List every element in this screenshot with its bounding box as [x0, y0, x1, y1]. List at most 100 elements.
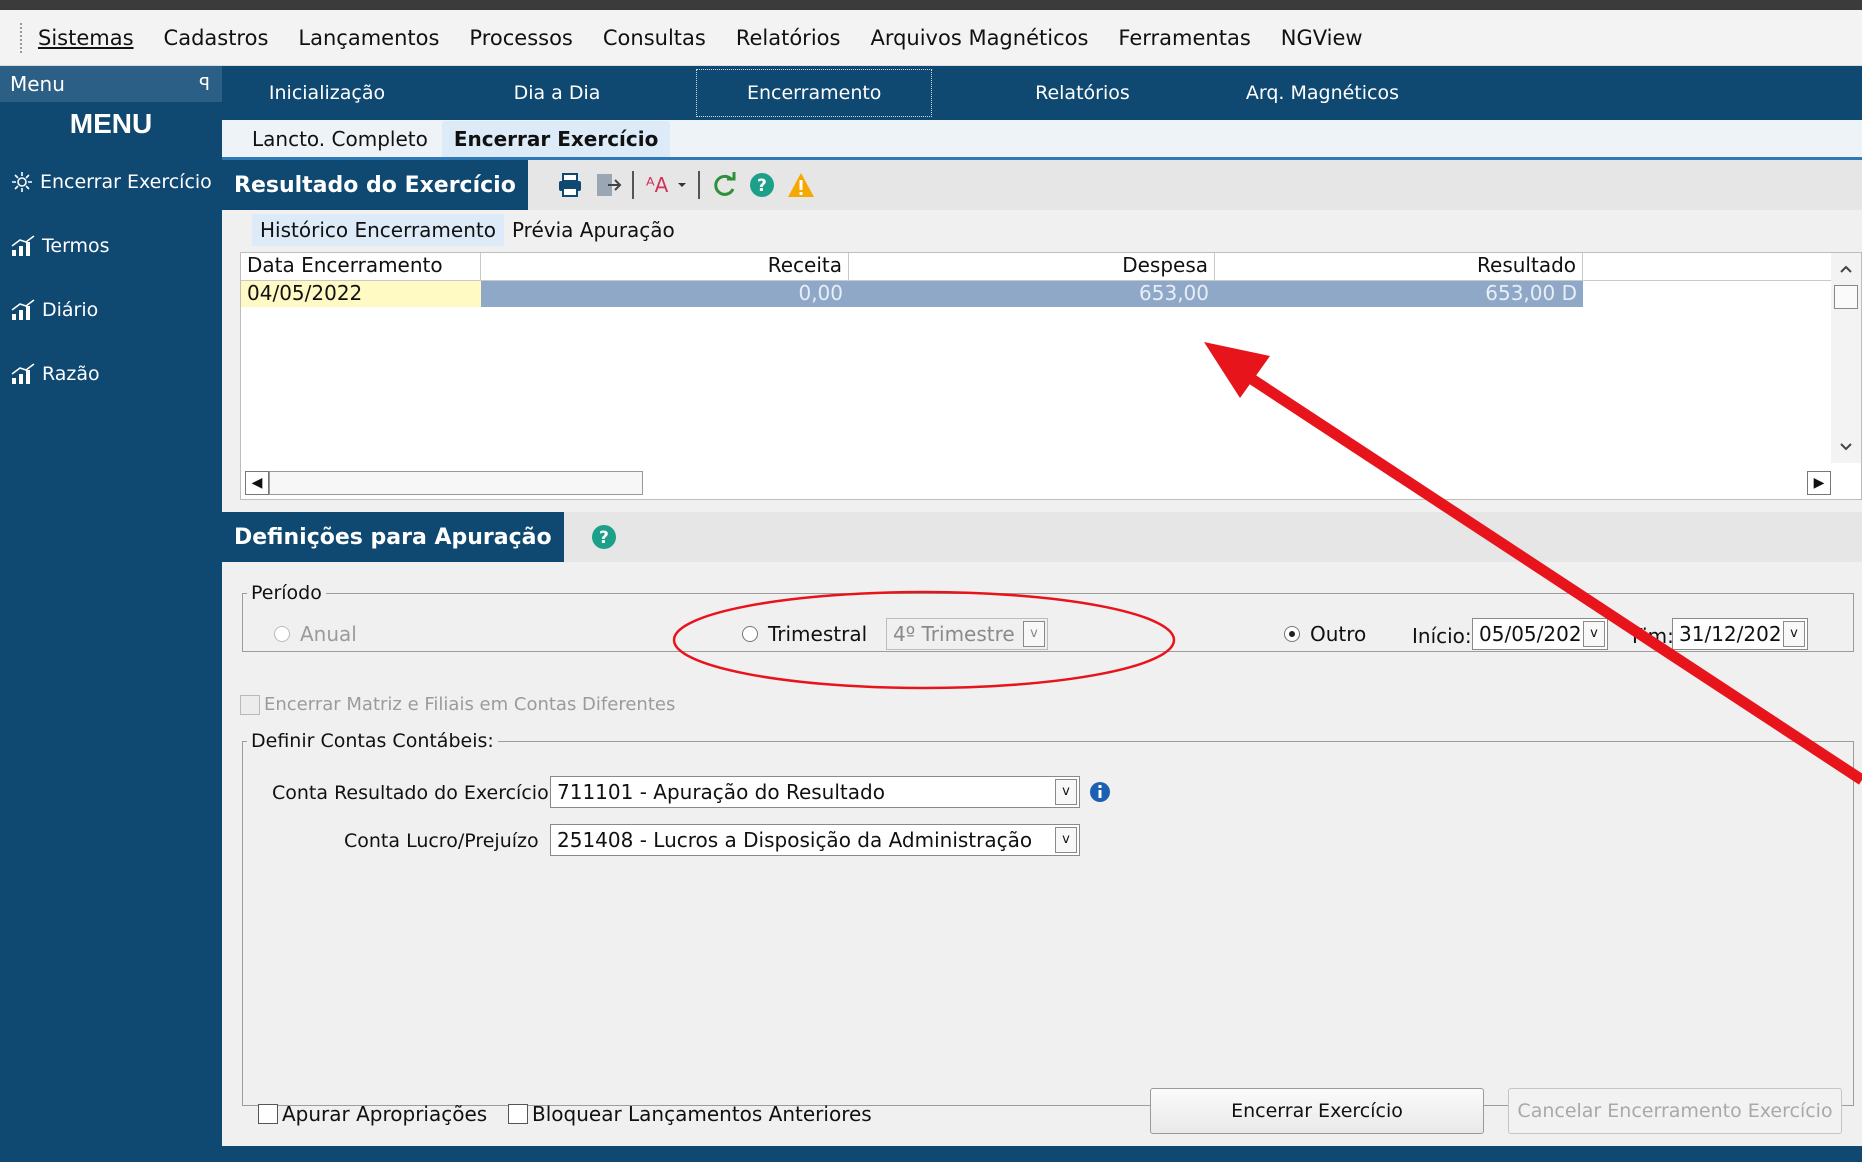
table-row[interactable]: 04/05/2022 0,00 653,00 653,00 D: [241, 281, 1861, 307]
checkbox-box: [240, 694, 260, 715]
conta-lucro-select[interactable]: 251408 - Lucros a Disposição da Administ…: [550, 824, 1080, 856]
scroll-thumb[interactable]: [1834, 285, 1858, 309]
print-icon[interactable]: [556, 171, 584, 199]
menu-ngview[interactable]: NGView: [1281, 26, 1363, 50]
nav-encerramento[interactable]: Encerramento: [696, 69, 933, 117]
col-despesa[interactable]: Despesa: [849, 253, 1215, 280]
sidebar-item-encerrar-exercicio[interactable]: Encerrar Exercício: [0, 150, 222, 214]
chevron-down-icon[interactable]: v: [1055, 779, 1077, 805]
help-icon[interactable]: ?: [590, 523, 618, 551]
menu-cadastros[interactable]: Cadastros: [164, 26, 269, 50]
conta-resultado-select[interactable]: 711101 - Apuração do Resultado v: [550, 776, 1080, 808]
radio-outro[interactable]: Outro: [1284, 622, 1366, 646]
chevron-down-icon[interactable]: v: [1583, 621, 1605, 647]
chart-icon: [11, 235, 35, 256]
warning-icon[interactable]: [786, 171, 816, 199]
svg-text:ᴬA: ᴬA: [646, 173, 669, 197]
sidebar-item-termos[interactable]: Termos: [0, 214, 222, 278]
chevron-down-icon[interactable]: v: [1023, 621, 1045, 647]
scroll-bar-thumb[interactable]: [269, 471, 643, 495]
fim-label: Fim:: [1632, 624, 1674, 648]
col-resultado[interactable]: Resultado: [1215, 253, 1583, 280]
menu-processos[interactable]: Processos: [469, 26, 572, 50]
cancelar-encerramento-button[interactable]: Cancelar Encerramento Exercício: [1508, 1088, 1842, 1134]
pin-icon[interactable]: ꟼ: [199, 74, 210, 95]
sidebar-item-diario[interactable]: Diário: [0, 278, 222, 342]
menu-relatorios[interactable]: Relatórios: [736, 26, 841, 50]
chevron-down-icon[interactable]: v: [1055, 827, 1077, 853]
refresh-icon[interactable]: [710, 171, 738, 199]
menu-ferramentas[interactable]: Ferramentas: [1118, 26, 1250, 50]
sidebar-item-label: Encerrar Exercício: [40, 171, 212, 193]
sidebar-item-label: Termos: [42, 235, 110, 257]
menu-sistemas[interactable]: Sistemas: [38, 26, 134, 50]
cell-receita: 0,00: [481, 281, 849, 307]
matriz-filiais-checkbox[interactable]: Encerrar Matriz e Filiais em Contas Dife…: [240, 694, 675, 715]
inicio-value: 05/05/2022: [1479, 622, 1583, 646]
toolbar-separator: [631, 171, 634, 199]
menu-arquivos-magneticos[interactable]: Arquivos Magnéticos: [870, 26, 1088, 50]
col-receita[interactable]: Receita: [481, 253, 849, 280]
encerrar-exercicio-button[interactable]: Encerrar Exercício: [1150, 1088, 1484, 1134]
bottom-border: [222, 1146, 1862, 1162]
cell-resultado: 653,00 D: [1215, 281, 1583, 307]
checkbox-box: [508, 1104, 528, 1124]
scroll-left-icon[interactable]: ◀: [245, 471, 269, 495]
menu-consultas[interactable]: Consultas: [603, 26, 706, 50]
tab-historico-encerramento[interactable]: Histórico Encerramento: [252, 214, 504, 246]
nav-dia-a-dia[interactable]: Dia a Dia: [432, 82, 682, 104]
help-icon[interactable]: ?: [748, 171, 776, 199]
conta-resultado-value: 711101 - Apuração do Resultado: [557, 780, 885, 804]
grid-horizontal-scrollbar[interactable]: ◀ ▶: [241, 467, 1861, 499]
periodo-legend: Período: [251, 582, 322, 604]
tab-previa-apuracao[interactable]: Prévia Apuração: [504, 214, 683, 246]
radio-dot: [1284, 626, 1300, 642]
tab-encerrar-exercicio[interactable]: Encerrar Exercício: [441, 120, 671, 157]
radio-dot: [742, 626, 758, 642]
radio-anual[interactable]: Anual: [274, 622, 357, 646]
sidebar-header-label: Menu: [10, 72, 65, 96]
nav-inicializacao[interactable]: Inicialização: [222, 82, 432, 104]
nav-relatorios[interactable]: Relatórios: [952, 82, 1212, 104]
menu-lancamentos[interactable]: Lançamentos: [298, 26, 439, 50]
radio-outro-label: Outro: [1310, 622, 1367, 646]
svg-text:?: ?: [599, 528, 609, 548]
sidebar-item-razao[interactable]: Razão: [0, 342, 222, 406]
sidebar: Menu ꟼ MENU Encerrar Exercício Termos Di…: [0, 66, 222, 1162]
definitions-title: Definições para Apuração: [222, 512, 564, 562]
tab-lancto-completo[interactable]: Lancto. Completo: [252, 127, 428, 151]
sidebar-title: MENU: [69, 108, 153, 139]
sidebar-item-label: Diário: [42, 299, 99, 321]
chart-icon: [11, 363, 35, 384]
col-data-encerramento[interactable]: Data Encerramento: [241, 253, 481, 280]
info-icon[interactable]: [1088, 780, 1112, 804]
inicio-date-picker[interactable]: 05/05/2022 v: [1472, 618, 1608, 650]
result-section-title: Resultado do Exercício: [222, 160, 528, 210]
trimestre-value: 4º Trimestre: [893, 622, 1015, 646]
bloquear-lancamentos-checkbox[interactable]: Bloquear Lançamentos Anteriores: [508, 1102, 872, 1126]
radio-trimestral[interactable]: Trimestral: [742, 622, 867, 646]
scroll-right-icon[interactable]: ▶: [1807, 471, 1831, 495]
scroll-down-icon[interactable]: [1831, 435, 1861, 459]
matriz-filiais-label: Encerrar Matriz e Filiais em Contas Dife…: [264, 694, 676, 715]
definitions-section-header: Definições para Apuração ?: [222, 512, 1862, 562]
chevron-down-icon[interactable]: v: [1783, 621, 1805, 647]
sidebar-item-label: Razão: [42, 363, 100, 385]
result-toolbar: ᴬA ?: [528, 171, 816, 199]
doc-tabs: Lancto. Completo Encerrar Exercício: [222, 120, 1862, 160]
fim-date-picker[interactable]: 31/12/2022 v: [1672, 618, 1808, 650]
scroll-up-icon[interactable]: [1831, 257, 1861, 281]
nav-arq-magneticos[interactable]: Arq. Magnéticos: [1222, 82, 1422, 104]
main-content: Lancto. Completo Encerrar Exercício Resu…: [222, 120, 1862, 1162]
trimestre-select[interactable]: 4º Trimestre v: [886, 618, 1048, 650]
apurar-apropriacoes-label: Apurar Apropriações: [282, 1102, 488, 1126]
font-size-icon[interactable]: ᴬA: [644, 171, 688, 199]
export-icon[interactable]: [594, 171, 622, 199]
checkbox-box: [258, 1104, 278, 1124]
gear-icon: [12, 172, 32, 192]
chart-icon: [11, 299, 35, 320]
periodo-group: Período: [242, 582, 1854, 652]
grid-vertical-scrollbar[interactable]: [1831, 253, 1861, 463]
apurar-apropriacoes-checkbox[interactable]: Apurar Apropriações: [258, 1102, 487, 1126]
cell-despesa: 653,00: [849, 281, 1215, 307]
